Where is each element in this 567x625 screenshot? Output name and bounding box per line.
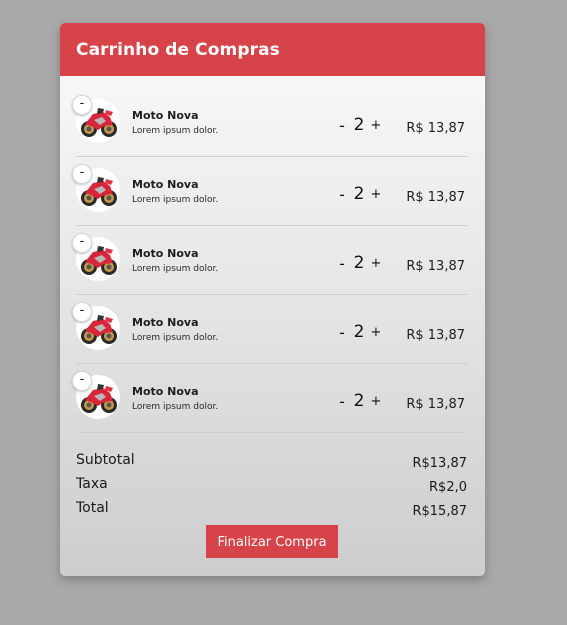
cart-item: - Moto Nova Lorem ipsum dolor. - 2 + R$ … xyxy=(72,88,468,157)
increase-quantity-button[interactable]: + xyxy=(370,325,382,340)
remove-item-button[interactable]: - xyxy=(72,302,92,322)
remove-item-button[interactable]: - xyxy=(72,371,92,391)
total-label: Total xyxy=(76,500,109,516)
remove-item-button[interactable]: - xyxy=(72,233,92,253)
item-price: R$ 13,87 xyxy=(406,259,465,274)
item-name: Moto Nova xyxy=(132,109,199,122)
cart-item: - Moto Nova Lorem ipsum dolor. - 2 + R$ … xyxy=(72,157,468,226)
quantity-value: 2 xyxy=(353,391,365,411)
decrease-quantity-button[interactable]: - xyxy=(336,185,348,204)
cart-panel: Carrinho de Compras - Moto Nova Lorem ip… xyxy=(60,23,485,576)
increase-quantity-button[interactable]: + xyxy=(370,118,382,133)
quantity-stepper: - 2 + xyxy=(336,391,382,411)
item-name: Moto Nova xyxy=(132,178,199,191)
cart-items-list: - Moto Nova Lorem ipsum dolor. - 2 + R$ … xyxy=(72,88,468,433)
cart-item: - Moto Nova Lorem ipsum dolor. - 2 + R$ … xyxy=(72,226,468,295)
quantity-value: 2 xyxy=(353,115,365,135)
cart-header: Carrinho de Compras xyxy=(60,23,485,76)
tax-label: Taxa xyxy=(76,476,108,492)
quantity-value: 2 xyxy=(353,184,365,204)
checkout-button[interactable]: Finalizar Compra xyxy=(206,525,338,558)
page: Carrinho de Compras - Moto Nova Lorem ip… xyxy=(0,0,567,625)
quantity-stepper: - 2 + xyxy=(336,322,382,342)
tax-row: Taxa R$2,0 xyxy=(76,472,468,496)
item-name: Moto Nova xyxy=(132,385,199,398)
total-value: R$15,87 xyxy=(412,504,467,519)
decrease-quantity-button[interactable]: - xyxy=(336,254,348,273)
item-description: Lorem ipsum dolor. xyxy=(132,195,219,205)
remove-item-button[interactable]: - xyxy=(72,164,92,184)
quantity-stepper: - 2 + xyxy=(336,115,382,135)
remove-item-button[interactable]: - xyxy=(72,95,92,115)
increase-quantity-button[interactable]: + xyxy=(370,256,382,271)
decrease-quantity-button[interactable]: - xyxy=(336,392,348,411)
total-row: Total R$15,87 xyxy=(76,496,468,520)
cart-item: - Moto Nova Lorem ipsum dolor. - 2 + R$ … xyxy=(72,364,468,433)
cart-title: Carrinho de Compras xyxy=(76,39,280,60)
item-description: Lorem ipsum dolor. xyxy=(132,126,219,136)
item-price: R$ 13,87 xyxy=(406,328,465,343)
item-price: R$ 13,87 xyxy=(406,190,465,205)
order-summary: Subtotal R$13,87 Taxa R$2,0 Total R$15,8… xyxy=(76,448,468,520)
item-name: Moto Nova xyxy=(132,247,199,260)
quantity-value: 2 xyxy=(353,322,365,342)
subtotal-value: R$13,87 xyxy=(412,456,467,471)
item-description: Lorem ipsum dolor. xyxy=(132,264,219,274)
item-price: R$ 13,87 xyxy=(406,397,465,412)
increase-quantity-button[interactable]: + xyxy=(370,187,382,202)
item-description: Lorem ipsum dolor. xyxy=(132,333,219,343)
decrease-quantity-button[interactable]: - xyxy=(336,323,348,342)
item-price: R$ 13,87 xyxy=(406,121,465,136)
tax-value: R$2,0 xyxy=(429,480,467,495)
quantity-stepper: - 2 + xyxy=(336,253,382,273)
item-description: Lorem ipsum dolor. xyxy=(132,402,219,412)
increase-quantity-button[interactable]: + xyxy=(370,394,382,409)
subtotal-row: Subtotal R$13,87 xyxy=(76,448,468,472)
subtotal-label: Subtotal xyxy=(76,452,135,468)
quantity-stepper: - 2 + xyxy=(336,184,382,204)
decrease-quantity-button[interactable]: - xyxy=(336,116,348,135)
quantity-value: 2 xyxy=(353,253,365,273)
cart-item: - Moto Nova Lorem ipsum dolor. - 2 + R$ … xyxy=(72,295,468,364)
item-name: Moto Nova xyxy=(132,316,199,329)
